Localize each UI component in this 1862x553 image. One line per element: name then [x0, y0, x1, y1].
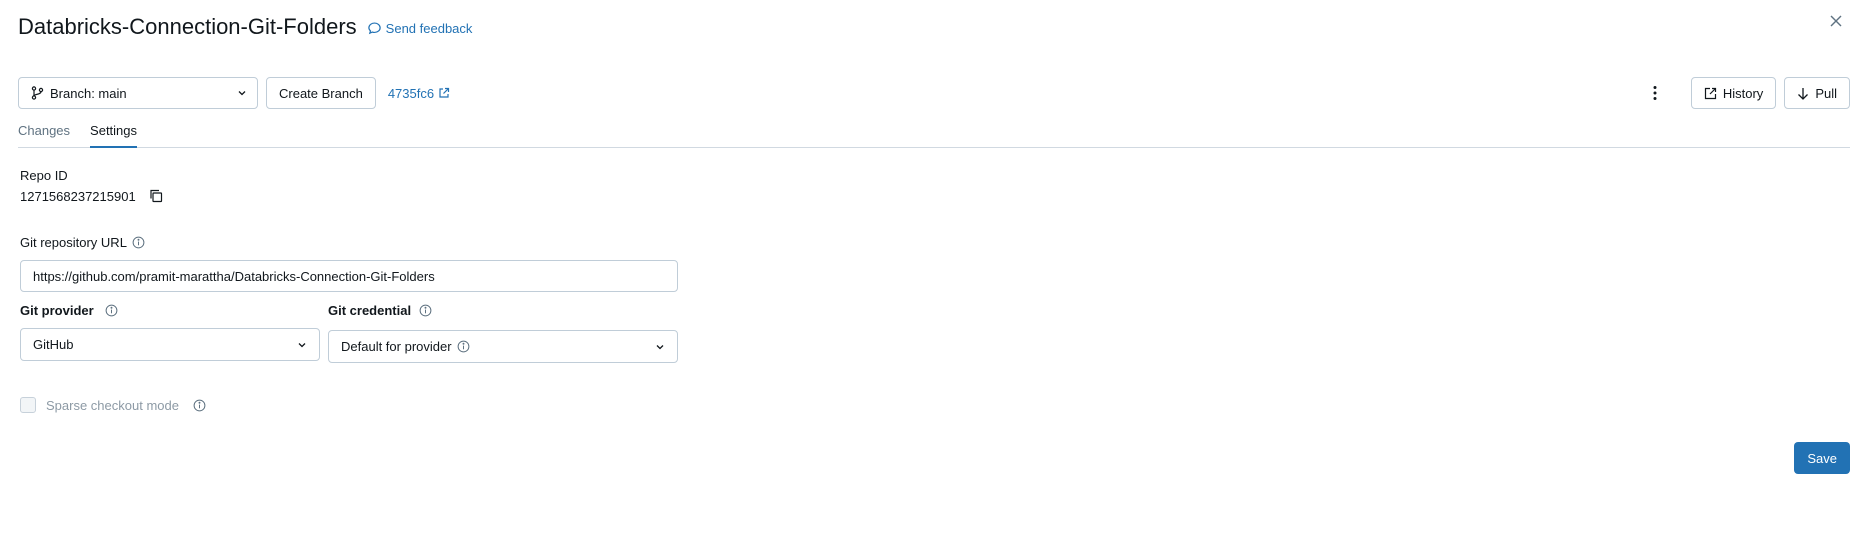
arrow-down-icon — [1798, 87, 1809, 100]
info-icon[interactable] — [132, 236, 145, 249]
info-icon[interactable] — [457, 340, 470, 353]
info-icon[interactable] — [105, 304, 118, 317]
right-toolbar: History Pull — [1641, 77, 1850, 109]
git-provider-value: GitHub — [33, 337, 74, 352]
chevron-down-icon — [656, 344, 664, 349]
pull-button[interactable]: Pull — [1784, 77, 1850, 109]
send-feedback-label: Send feedback — [385, 21, 473, 36]
tab-settings[interactable]: Settings — [90, 120, 138, 148]
info-icon[interactable] — [193, 399, 206, 412]
git-credential-select[interactable]: Default for provider — [328, 330, 678, 363]
copy-icon[interactable] — [148, 188, 164, 204]
tab-bar: Changes Settings — [18, 120, 1850, 148]
repo-id-row: 1271568237215901 — [20, 188, 164, 204]
git-credential-label-row: Git credential — [328, 303, 432, 318]
external-link-icon — [439, 87, 450, 98]
close-icon — [1830, 15, 1842, 27]
git-url-label: Git repository URL — [20, 235, 127, 250]
commit-hash: 4735fc6 — [387, 85, 435, 101]
git-credential-value-row: Default for provider — [341, 339, 655, 354]
history-label: History — [1722, 85, 1764, 101]
git-provider-label: Git provider — [20, 303, 94, 318]
git-credential-label: Git credential — [328, 303, 412, 318]
git-provider-select[interactable]: GitHub — [20, 328, 320, 361]
pull-label: Pull — [1815, 85, 1837, 101]
branch-select[interactable]: Branch: main — [18, 77, 258, 109]
save-button[interactable]: Save — [1794, 442, 1850, 474]
repo-id-value: 1271568237215901 — [20, 188, 136, 204]
send-feedback-link[interactable]: Send feedback — [367, 21, 473, 36]
tab-changes[interactable]: Changes — [18, 120, 70, 148]
more-options-button[interactable] — [1641, 77, 1669, 109]
header: Databricks-Connection-Git-Folders Send f… — [18, 14, 472, 40]
git-credential-value: Default for provider — [341, 339, 452, 354]
sparse-checkout-checkbox[interactable] — [20, 397, 36, 413]
repo-id-label: Repo ID — [20, 168, 68, 183]
branch-select-label: Branch: main — [50, 85, 127, 101]
git-branch-icon — [31, 86, 44, 100]
chevron-down-icon — [298, 342, 306, 347]
create-branch-button[interactable]: Create Branch — [266, 77, 376, 109]
sparse-checkout-label: Sparse checkout mode — [46, 397, 179, 413]
chevron-down-icon — [238, 91, 246, 96]
sparse-checkout-row: Sparse checkout mode — [20, 397, 206, 413]
info-icon[interactable] — [419, 304, 432, 317]
commit-link[interactable]: 4735fc6 — [388, 86, 450, 101]
git-url-input[interactable]: https://github.com/pramit-marattha/Datab… — [20, 260, 678, 292]
git-provider-label-row: Git provider — [20, 303, 118, 318]
git-url-label-row: Git repository URL — [20, 235, 145, 250]
page-title: Databricks-Connection-Git-Folders — [18, 14, 357, 39]
history-icon — [1704, 87, 1716, 99]
history-button[interactable]: History — [1690, 77, 1777, 109]
speech-bubble-icon — [367, 22, 381, 35]
kebab-menu-icon — [1653, 86, 1657, 100]
close-button[interactable] — [1826, 11, 1846, 31]
toolbar: Branch: main Create Branch 4735fc6 — [18, 77, 450, 109]
